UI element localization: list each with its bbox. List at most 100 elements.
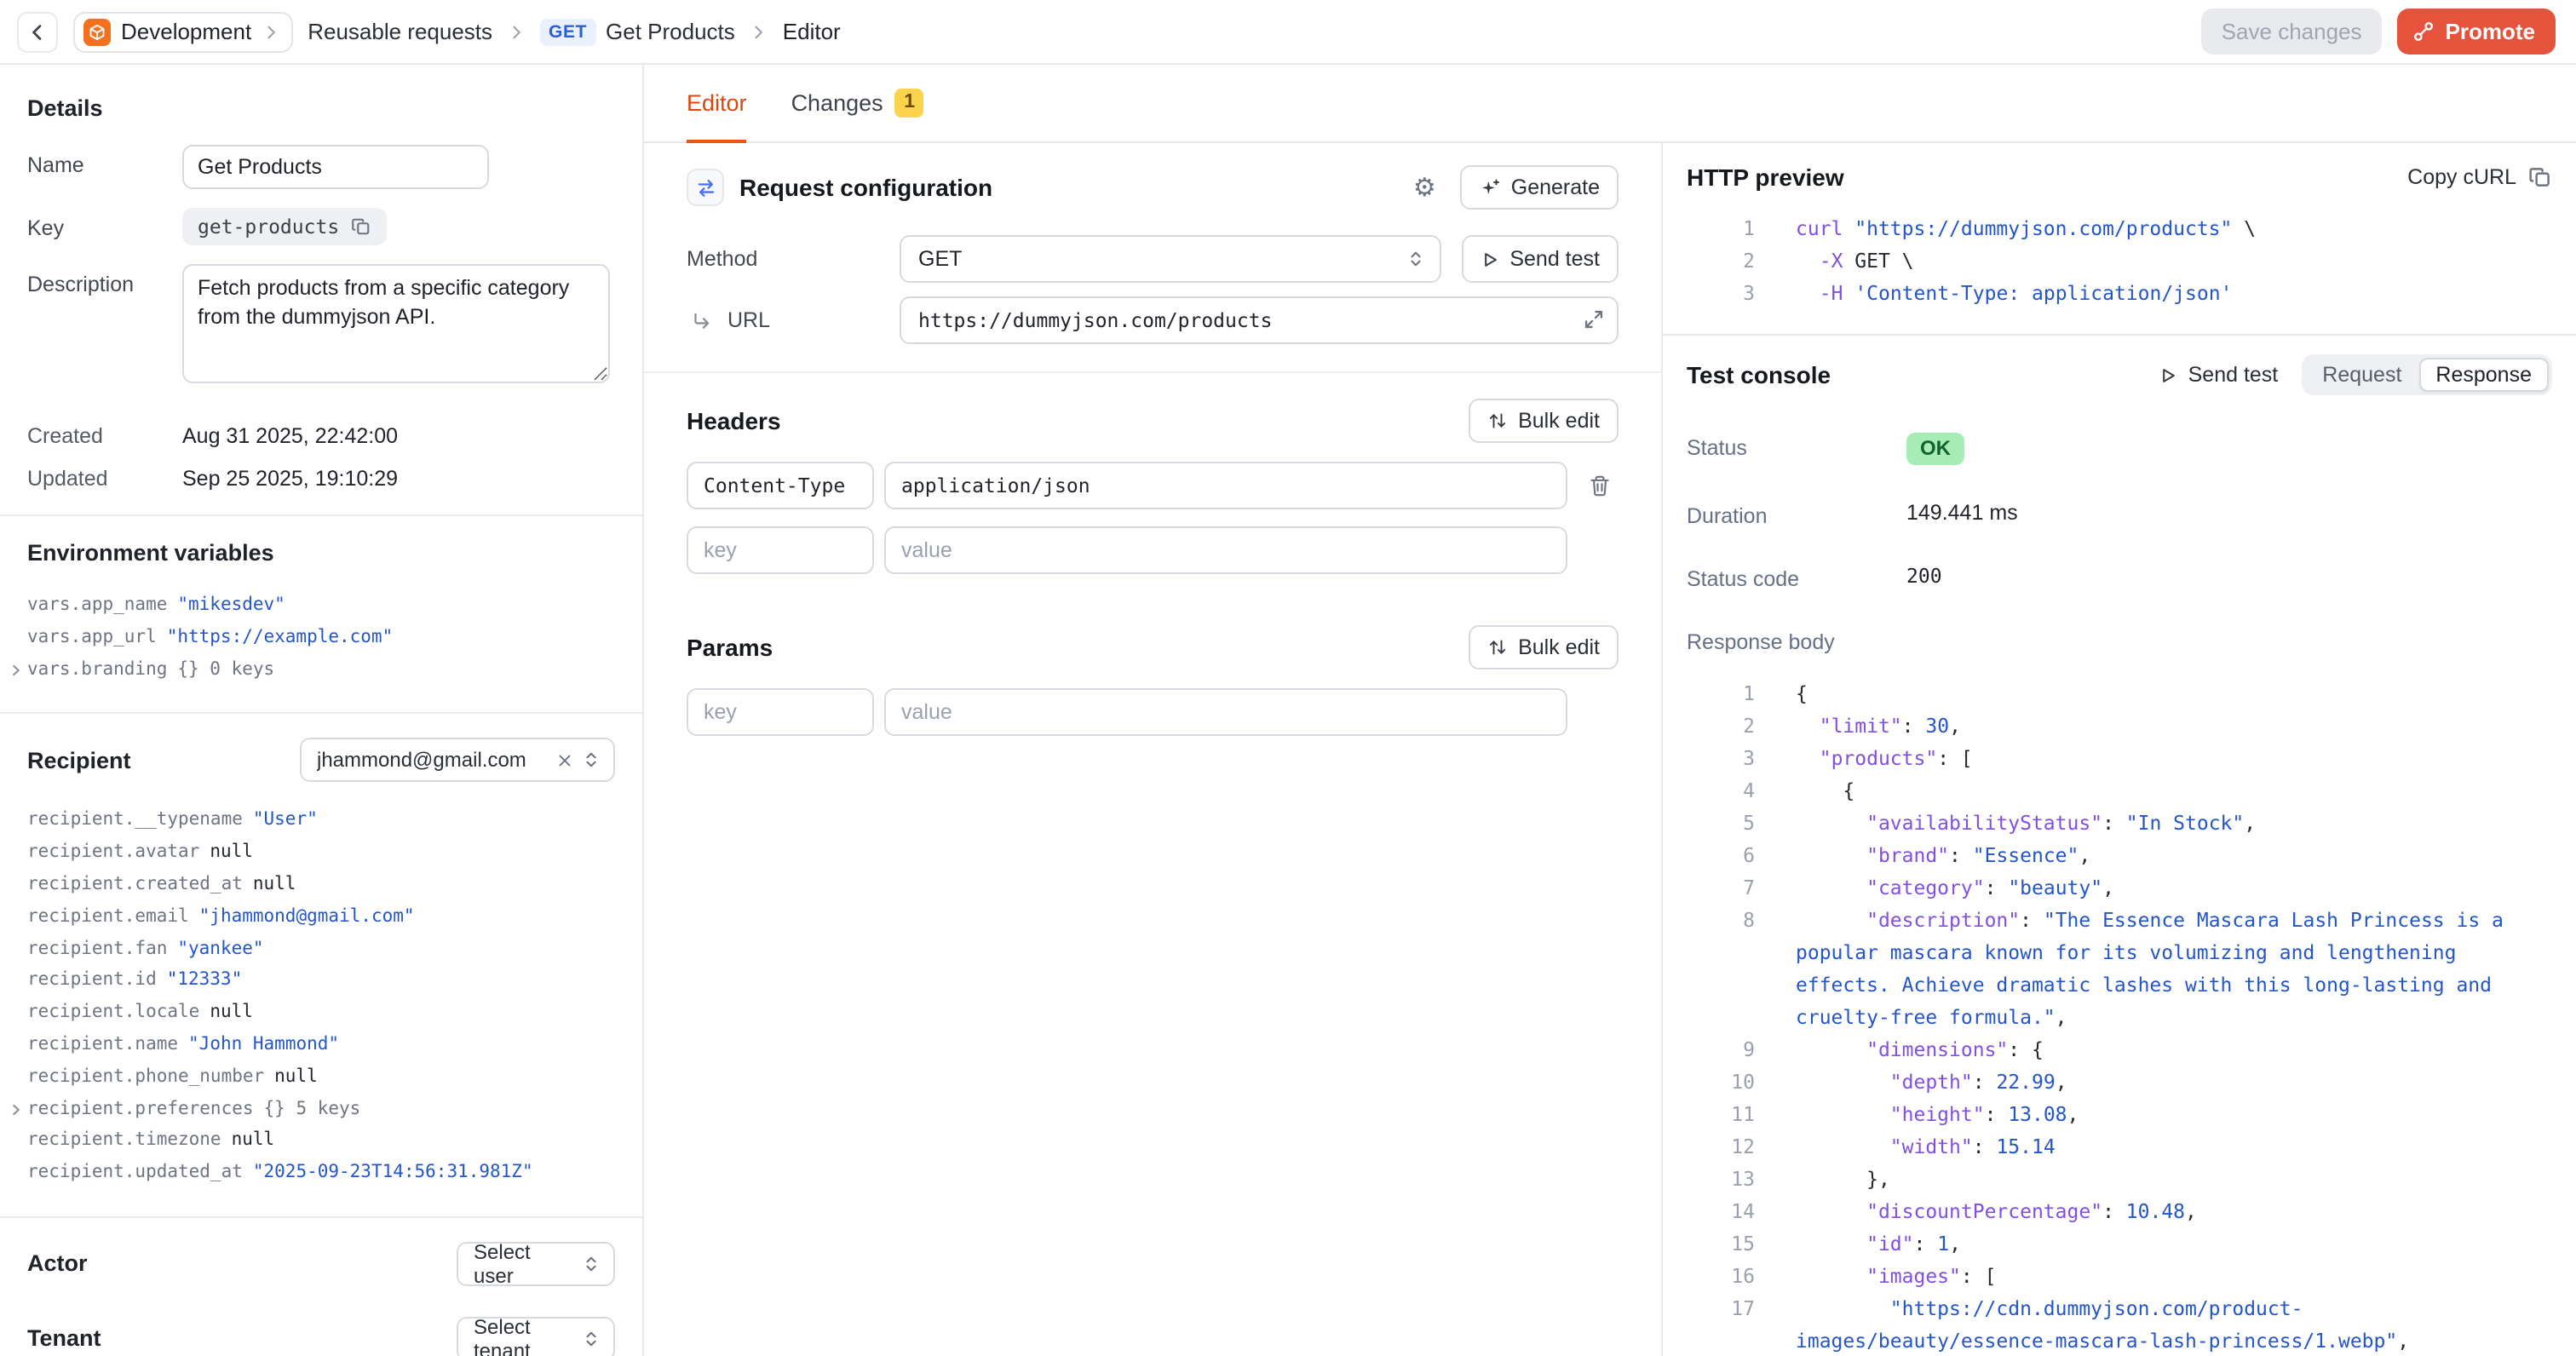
variable-value: "jhammond@gmail.com" xyxy=(199,901,415,934)
duration-value: 149.441 ms xyxy=(1906,501,2018,525)
description-label: Description xyxy=(27,264,182,383)
play-icon xyxy=(2159,365,2178,384)
params-bulk-edit-button[interactable]: Bulk edit xyxy=(1469,625,1619,669)
line-number: 14 xyxy=(1687,1196,1755,1228)
http-preview-section: HTTP preview Copy cURL 1curl "https://du… xyxy=(1663,143,2576,336)
request-configuration-title: Request configuration xyxy=(739,174,992,201)
method-select[interactable]: GET xyxy=(900,235,1441,283)
name-input[interactable] xyxy=(182,145,489,189)
copy-icon xyxy=(2528,165,2552,189)
method-badge: GET xyxy=(540,18,595,45)
delete-header-button[interactable] xyxy=(1581,467,1619,504)
updated-label: Updated xyxy=(27,467,182,491)
tab-bar: Editor Changes 1 xyxy=(644,65,2576,143)
console-send-test-button[interactable]: Send test xyxy=(2159,363,2279,387)
expand-chevron-icon[interactable] xyxy=(9,1101,24,1117)
line-number: 5 xyxy=(1687,807,1755,840)
environment-name: Development xyxy=(121,19,251,44)
http-preview-title: HTTP preview xyxy=(1687,164,1844,191)
url-label: URL xyxy=(727,308,770,332)
send-test-label: Send test xyxy=(1509,247,1600,271)
code-line: 13 }, xyxy=(1687,1164,2552,1196)
variable-value: "12333" xyxy=(167,965,243,997)
param-value-input-empty[interactable] xyxy=(884,688,1567,736)
tab-editor[interactable]: Editor xyxy=(687,65,747,143)
created-value: Aug 31 2025, 22:42:00 xyxy=(182,424,398,448)
headers-bulk-edit-button[interactable]: Bulk edit xyxy=(1469,399,1619,443)
expand-icon[interactable] xyxy=(1583,308,1605,330)
recipient-select[interactable]: jhammond@gmail.com xyxy=(300,738,615,783)
line-number: 1 xyxy=(1687,678,1755,710)
line-number: 3 xyxy=(1687,743,1755,775)
copy-curl-label: Copy cURL xyxy=(2407,165,2516,189)
headers-title: Headers xyxy=(687,407,781,434)
code-line: 3 "products": [ xyxy=(1687,743,2552,775)
breadcrumb-section[interactable]: Reusable requests xyxy=(308,19,492,44)
variable-key: recipient.name xyxy=(27,1029,178,1061)
save-changes-button[interactable]: Save changes xyxy=(2201,9,2383,55)
promote-button[interactable]: Promote xyxy=(2398,9,2556,55)
code-line: 15 "id": 1, xyxy=(1687,1228,2552,1261)
updated-value: Sep 25 2025, 19:10:29 xyxy=(182,467,398,491)
test-console-section: Test console Send test Request xyxy=(1663,336,2576,1356)
environment-switcher[interactable]: Development xyxy=(73,11,292,52)
line-number: 3 xyxy=(1687,278,1755,310)
code-content: "https://cdn.dummyjson.com/product-image… xyxy=(1796,1293,2552,1356)
sparkle-icon xyxy=(1479,176,1501,198)
line-number: 9 xyxy=(1687,1034,1755,1066)
duration-label: Duration xyxy=(1687,501,1906,528)
recipient-variables-list: recipient.__typename"User"recipient.avat… xyxy=(27,805,615,1192)
environment-variables-title: Environment variables xyxy=(27,540,615,566)
breadcrumb-request-name[interactable]: Get Products xyxy=(606,19,735,44)
code-content: curl "https://dummyjson.com/products" \ xyxy=(1796,213,2256,245)
tab-changes-label: Changes xyxy=(791,89,883,115)
toggle-response[interactable]: Response xyxy=(2418,358,2549,392)
code-content: "category": "beauty", xyxy=(1796,872,2114,905)
clear-icon[interactable] xyxy=(555,751,574,770)
variable-key: recipient.timezone xyxy=(27,1125,221,1158)
curl-code-block: 1curl "https://dummyjson.com/products" \… xyxy=(1687,213,2552,310)
code-line: 5 "availabilityStatus": "In Stock", xyxy=(1687,807,2552,840)
variable-value: "yankee" xyxy=(177,933,263,965)
send-test-button[interactable]: Send test xyxy=(1462,235,1619,283)
copy-curl-button[interactable]: Copy cURL xyxy=(2407,165,2552,189)
description-textarea[interactable]: Fetch products from a specific category … xyxy=(182,264,610,383)
back-button[interactable] xyxy=(17,11,58,52)
tab-changes[interactable]: Changes 1 xyxy=(791,65,924,143)
expand-chevron-icon[interactable] xyxy=(9,662,24,677)
code-content: "images": [ xyxy=(1796,1261,1996,1293)
gear-icon[interactable]: ⚙ xyxy=(1413,172,1436,203)
variable-key: recipient.__typename xyxy=(27,805,243,837)
line-number: 2 xyxy=(1687,245,1755,278)
generate-button[interactable]: Generate xyxy=(1460,165,1619,210)
copy-icon[interactable] xyxy=(351,216,371,237)
line-number: 16 xyxy=(1687,1261,1755,1293)
tenant-select[interactable]: Select tenant xyxy=(457,1317,615,1356)
url-input[interactable] xyxy=(900,296,1619,344)
top-bar: Development Reusable requests GET Get Pr… xyxy=(0,0,2576,65)
select-chevrons-icon xyxy=(581,1329,601,1349)
code-content: "depth": 22.99, xyxy=(1796,1066,2067,1099)
variable-key: recipient.email xyxy=(27,901,189,934)
actor-select[interactable]: Select user xyxy=(457,1242,615,1286)
variable-value: null xyxy=(274,1061,318,1094)
bulk-edit-label: Bulk edit xyxy=(1518,409,1600,433)
header-value-input-empty[interactable] xyxy=(884,526,1567,574)
header-value-input[interactable] xyxy=(884,462,1567,509)
select-chevrons-icon xyxy=(1406,249,1426,269)
recipient-selected-value: jhammond@gmail.com xyxy=(317,749,526,773)
param-row-empty xyxy=(687,688,1619,736)
variable-key: recipient.phone_number xyxy=(27,1061,264,1094)
param-key-input-empty[interactable] xyxy=(687,688,874,736)
chevron-right-icon xyxy=(262,23,279,40)
variable-row: vars.app_url"https://example.com" xyxy=(27,622,615,654)
header-key-input-empty[interactable] xyxy=(687,526,874,574)
header-key-input[interactable] xyxy=(687,462,874,509)
variable-value: "2025-09-23T14:56:31.981Z" xyxy=(253,1157,533,1189)
variable-key: recipient.locale xyxy=(27,997,199,1029)
key-chip[interactable]: get-products xyxy=(182,208,387,245)
code-content: "height": 13.08, xyxy=(1796,1099,2079,1131)
nested-arrow-icon xyxy=(690,309,712,331)
variable-row: recipient.id"12333" xyxy=(27,965,615,997)
toggle-request[interactable]: Request xyxy=(2305,358,2418,392)
